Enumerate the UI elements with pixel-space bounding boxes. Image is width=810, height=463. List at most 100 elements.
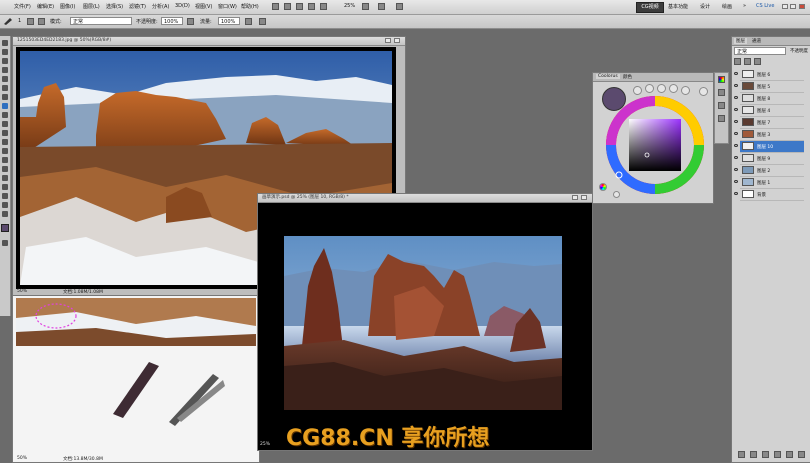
layer-row[interactable]: 图层 3 xyxy=(734,129,804,141)
lock-pixels-icon[interactable] xyxy=(744,58,751,65)
brush-size-value[interactable]: 1 xyxy=(18,18,21,24)
menu-edit[interactable]: 编辑(E) xyxy=(37,3,54,10)
dodge-tool-icon[interactable] xyxy=(2,148,8,154)
zoom-tool-icon[interactable] xyxy=(2,211,8,217)
menu-view[interactable]: 视图(V) xyxy=(195,3,212,10)
menu-image[interactable]: 图像(I) xyxy=(60,3,75,10)
menu-3d[interactable]: 3D(D) xyxy=(175,3,190,9)
visibility-eye-icon[interactable] xyxy=(734,120,738,123)
tab-coolorus[interactable]: Coolorus xyxy=(596,74,620,79)
workspace-more-icon[interactable]: » xyxy=(743,3,746,9)
tab-channels[interactable]: 通道 xyxy=(752,38,761,44)
hand-tool-icon[interactable] xyxy=(2,202,8,208)
workspace-cg-button[interactable]: CG视频 xyxy=(636,2,664,13)
lock-all-icon[interactable] xyxy=(754,58,761,65)
bridge-icon[interactable] xyxy=(272,3,279,10)
zoom-tool-icon[interactable] xyxy=(320,3,327,10)
small-photo-canvas[interactable] xyxy=(16,298,256,346)
brush-presets-icon[interactable] xyxy=(718,102,725,109)
history-brush-tool-icon[interactable] xyxy=(2,121,8,127)
menu-help[interactable]: 帮助(H) xyxy=(241,3,259,10)
brush-tool-icon[interactable] xyxy=(3,17,13,25)
minimize-button[interactable] xyxy=(782,4,788,9)
quick-mask-icon[interactable] xyxy=(2,240,8,246)
add-style-icon[interactable] xyxy=(750,451,757,458)
wheel-mode-button[interactable] xyxy=(633,86,642,95)
visibility-eye-icon[interactable] xyxy=(734,132,738,135)
visibility-eye-icon[interactable] xyxy=(734,168,738,171)
hand-icon[interactable] xyxy=(308,3,315,10)
brush-panel-icon[interactable] xyxy=(38,18,45,25)
quick-select-tool-icon[interactable] xyxy=(2,67,8,73)
brush-tool-active-icon[interactable] xyxy=(2,103,8,109)
type-tool-icon[interactable] xyxy=(2,166,8,172)
gradient-tool-icon[interactable] xyxy=(2,139,8,145)
healing-tool-icon[interactable] xyxy=(2,94,8,100)
photo-minimize-button[interactable] xyxy=(385,38,391,43)
painting-close-button[interactable] xyxy=(581,195,587,200)
blend-mode-select[interactable]: 正常 xyxy=(734,47,786,55)
visibility-eye-icon[interactable] xyxy=(734,72,738,75)
clone-stamp-tool-icon[interactable] xyxy=(2,112,8,118)
visibility-eye-icon[interactable] xyxy=(734,96,738,99)
workspace-basic[interactable]: 基本功能 xyxy=(668,3,688,10)
lock-transparency-icon[interactable] xyxy=(734,58,741,65)
zoom-level[interactable]: 25% xyxy=(344,3,355,9)
opacity-field[interactable]: 100% xyxy=(161,17,183,25)
airbrush-icon[interactable] xyxy=(245,18,252,25)
close-button[interactable] xyxy=(799,4,805,9)
layer-row-selected[interactable]: 图层 10 xyxy=(734,141,804,153)
swatches-panel-icon[interactable] xyxy=(718,89,725,96)
mini-bridge-icon[interactable] xyxy=(284,3,291,10)
layer-row[interactable]: 图层 6 xyxy=(734,69,804,81)
pen-tool-icon[interactable] xyxy=(2,157,8,163)
flow-field[interactable]: 100% xyxy=(218,17,240,25)
painting-minimize-button[interactable] xyxy=(572,195,578,200)
guides-icon[interactable] xyxy=(296,3,303,10)
menu-file[interactable]: 文件(F) xyxy=(14,3,31,10)
delete-layer-icon[interactable] xyxy=(798,451,805,458)
extras-icon[interactable] xyxy=(396,3,403,10)
visibility-eye-icon[interactable] xyxy=(734,156,738,159)
layer-row[interactable]: 图层 7 xyxy=(734,117,804,129)
3d-rotate-tool-icon[interactable] xyxy=(2,193,8,199)
foreground-color-swatch[interactable] xyxy=(1,224,9,232)
arrange-documents-icon[interactable] xyxy=(362,3,369,10)
layer-row[interactable]: 图层 9 xyxy=(734,153,804,165)
layer-row[interactable]: 图层 4 xyxy=(734,105,804,117)
brush-picker-icon[interactable] xyxy=(27,18,34,25)
photo-document-title[interactable]: 1251503ED4ED2183.jpg @ 50%(RGB/8#) xyxy=(13,37,405,46)
shape-tool-icon[interactable] xyxy=(2,184,8,190)
tab-color[interactable]: 颜色 xyxy=(623,74,632,80)
painting-document-title[interactable]: 画草演示.psd @ 25% (图层 10, RGB/8) * xyxy=(258,194,592,203)
move-tool-icon[interactable] xyxy=(2,40,8,46)
size-pressure-icon[interactable] xyxy=(259,18,266,25)
layer-row[interactable]: 图层 5 xyxy=(734,81,804,93)
mixer-mode-button[interactable] xyxy=(669,84,678,93)
visibility-eye-icon[interactable] xyxy=(734,192,738,195)
menu-filter[interactable]: 滤镜(T) xyxy=(129,3,146,10)
menu-layer[interactable]: 图层(L) xyxy=(83,3,100,10)
cs-live-button[interactable]: CS Live xyxy=(756,3,774,9)
add-mask-icon[interactable] xyxy=(762,451,769,458)
layer-row[interactable]: 图层 8 xyxy=(734,93,804,105)
menu-window[interactable]: 窗口(W) xyxy=(218,3,237,10)
screen-mode-icon[interactable] xyxy=(378,3,385,10)
opacity-pressure-icon[interactable] xyxy=(187,18,194,25)
menu-analysis[interactable]: 分析(A) xyxy=(152,3,169,10)
visibility-eye-icon[interactable] xyxy=(734,84,738,87)
swap-colors-icon[interactable] xyxy=(613,191,620,198)
link-layers-icon[interactable] xyxy=(738,451,745,458)
layer-row[interactable]: 图层 2 xyxy=(734,165,804,177)
spectrum-icon[interactable] xyxy=(599,183,607,191)
triangle-mode-button[interactable] xyxy=(645,84,654,93)
new-group-icon[interactable] xyxy=(774,451,781,458)
photo-close-button[interactable] xyxy=(394,38,400,43)
layer-row[interactable]: 背景 xyxy=(734,189,804,201)
menu-select[interactable]: 选择(S) xyxy=(106,3,123,10)
visibility-eye-icon[interactable] xyxy=(734,108,738,111)
square-mode-button[interactable] xyxy=(657,84,666,93)
color-panel-icon[interactable] xyxy=(718,76,725,83)
workspace-design[interactable]: 设计 xyxy=(700,3,710,10)
maximize-button[interactable] xyxy=(790,4,796,9)
